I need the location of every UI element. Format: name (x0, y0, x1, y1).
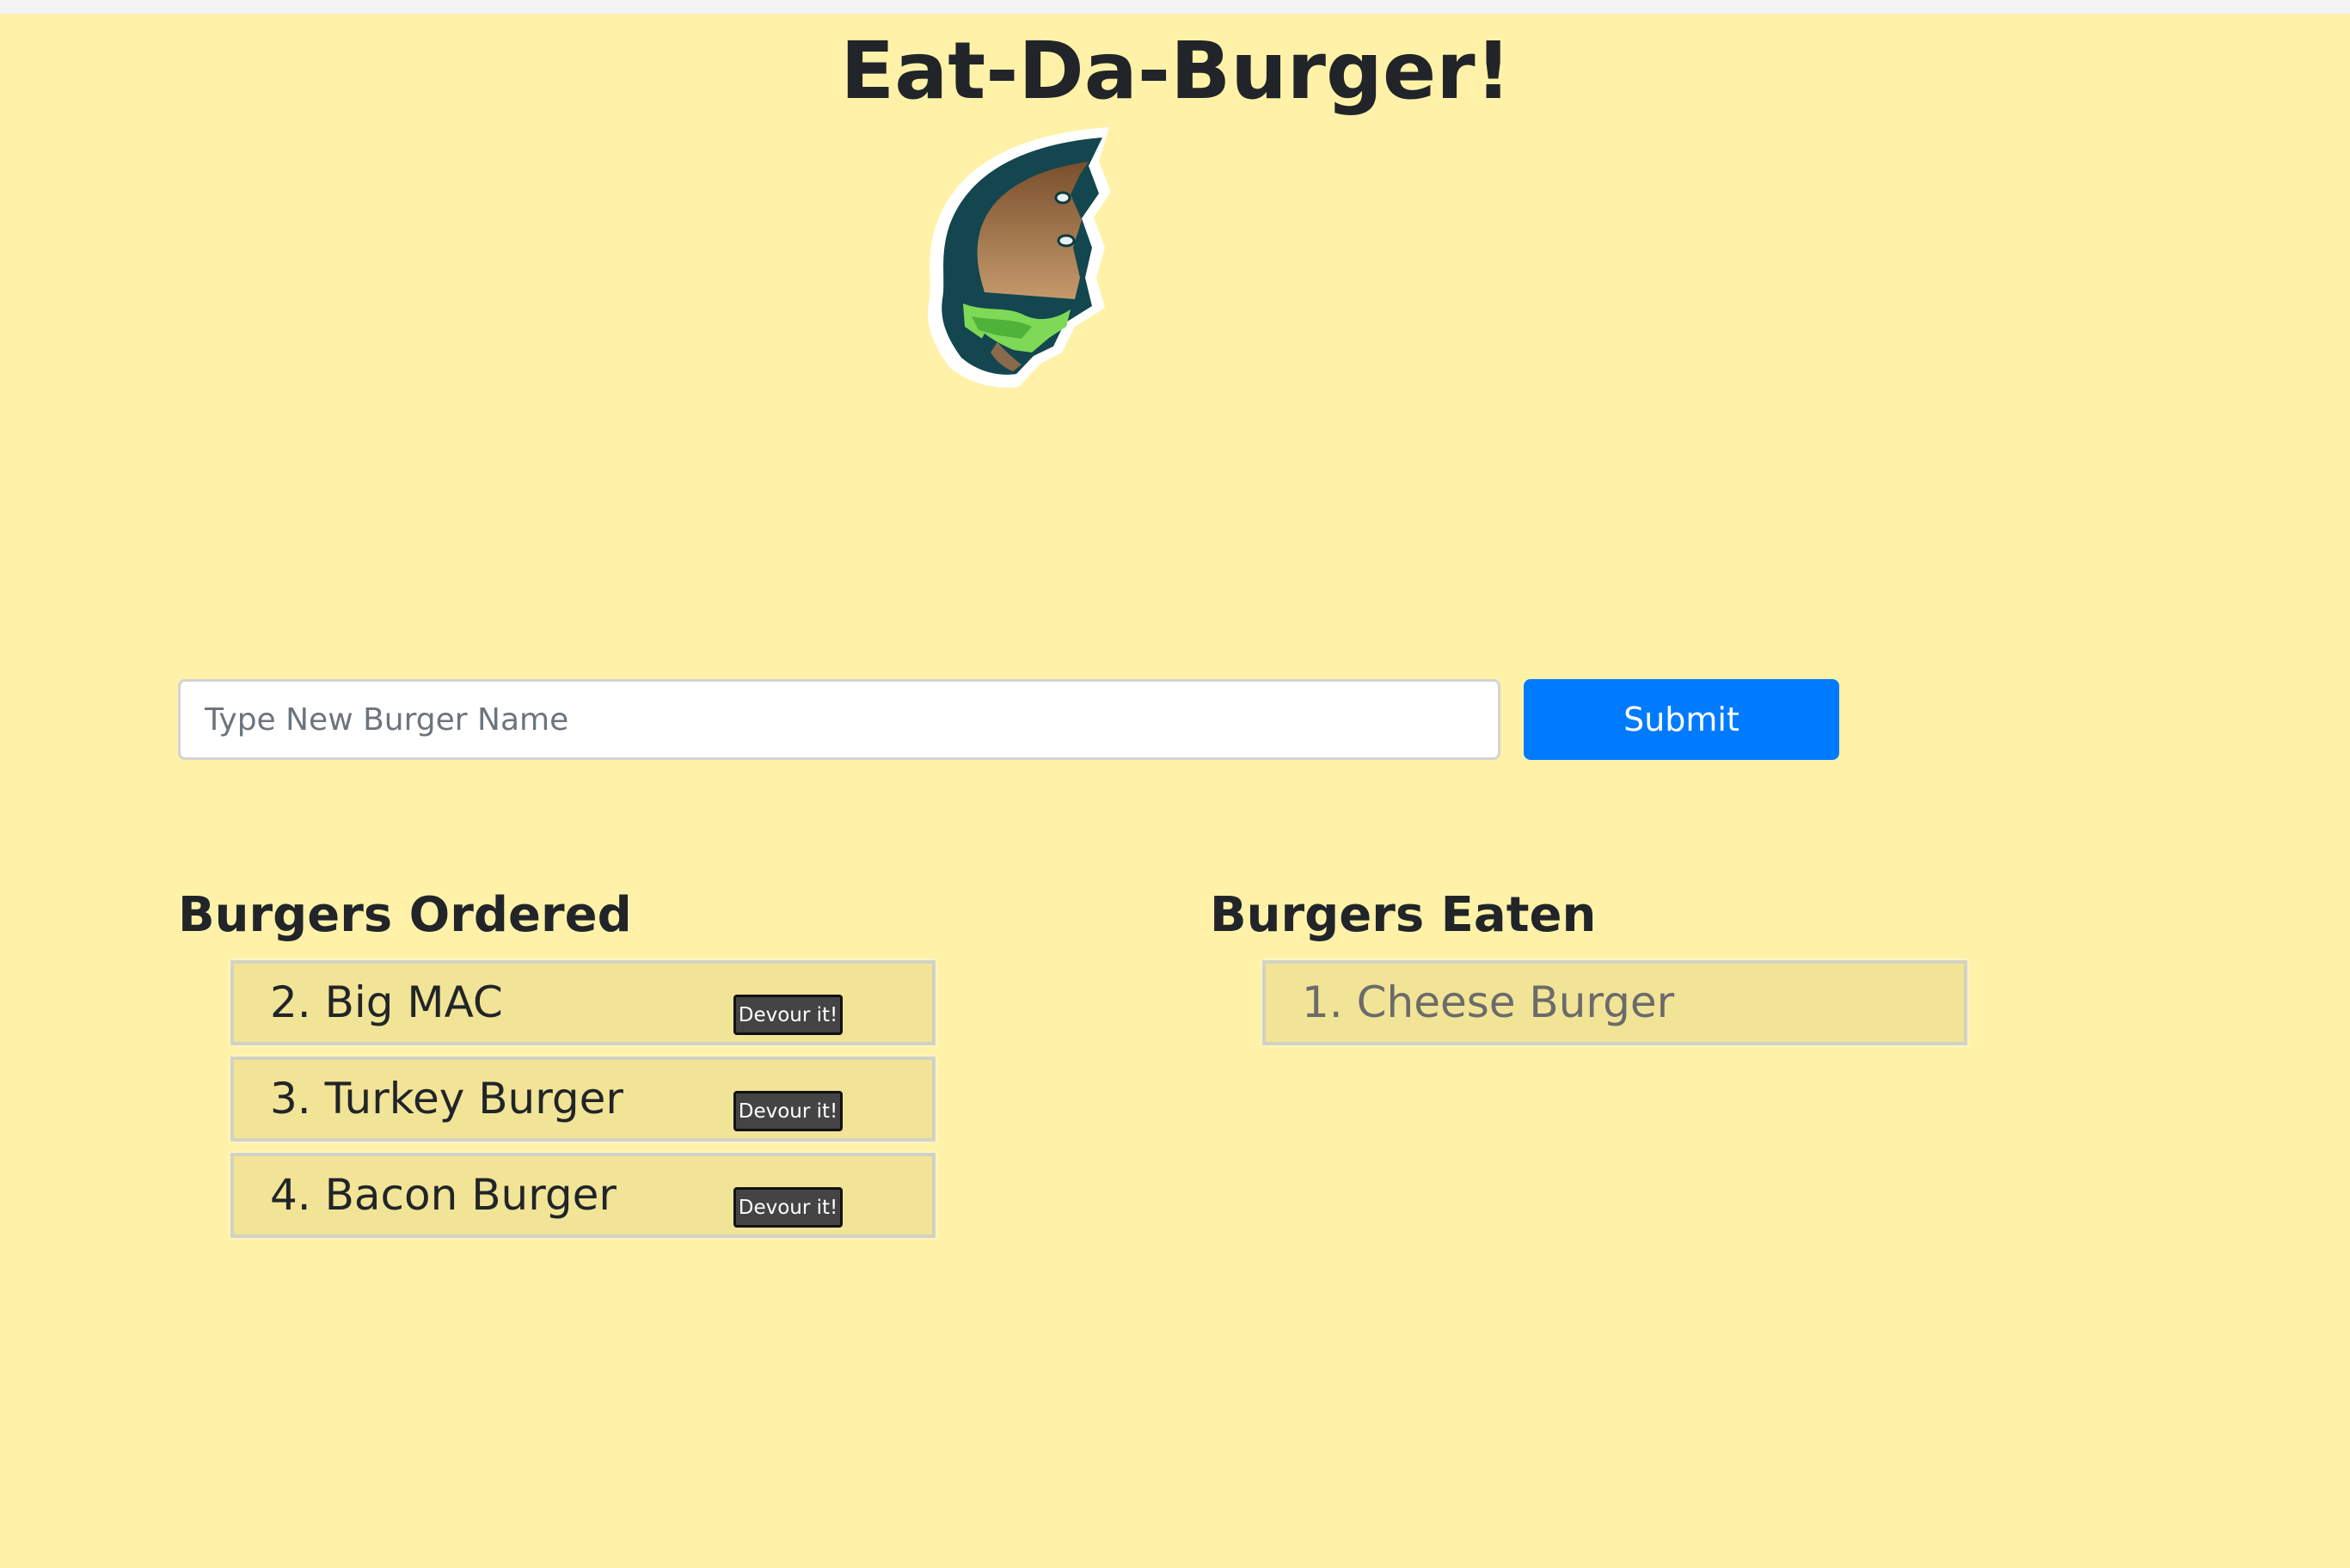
burger-name: 4. Bacon Burger (270, 1170, 617, 1220)
ordered-burger-item: 4. Bacon Burger Devour it! (230, 1153, 936, 1238)
burger-name: 1. Cheese Burger (1302, 977, 1675, 1027)
eaten-burger-item: 1. Cheese Burger (1262, 960, 1967, 1045)
devour-button[interactable]: Devour it! (733, 995, 843, 1035)
devour-button[interactable]: Devour it! (733, 1091, 843, 1131)
burgers-ordered-list: 2. Big MAC Devour it! 3. Turkey Burger D… (230, 960, 936, 1249)
burgers-ordered-heading: Burgers Ordered (178, 887, 632, 943)
ordered-burger-item: 3. Turkey Burger Devour it! (230, 1057, 936, 1142)
burger-name: 2. Big MAC (270, 977, 503, 1027)
burger-name-input[interactable] (178, 679, 1500, 760)
ordered-burger-item: 2. Big MAC Devour it! (230, 960, 936, 1045)
devour-button[interactable]: Devour it! (733, 1187, 843, 1228)
burgers-eaten-heading: Burgers Eaten (1210, 887, 1597, 943)
bitten-burger-icon (928, 127, 1111, 388)
burgers-eaten-list: 1. Cheese Burger (1262, 960, 1967, 1057)
browser-top-strip (0, 0, 2350, 14)
page-title: Eat-Da-Burger! (840, 25, 1512, 117)
burger-name: 3. Turkey Burger (270, 1074, 623, 1124)
submit-button[interactable]: Submit (1524, 679, 1839, 760)
